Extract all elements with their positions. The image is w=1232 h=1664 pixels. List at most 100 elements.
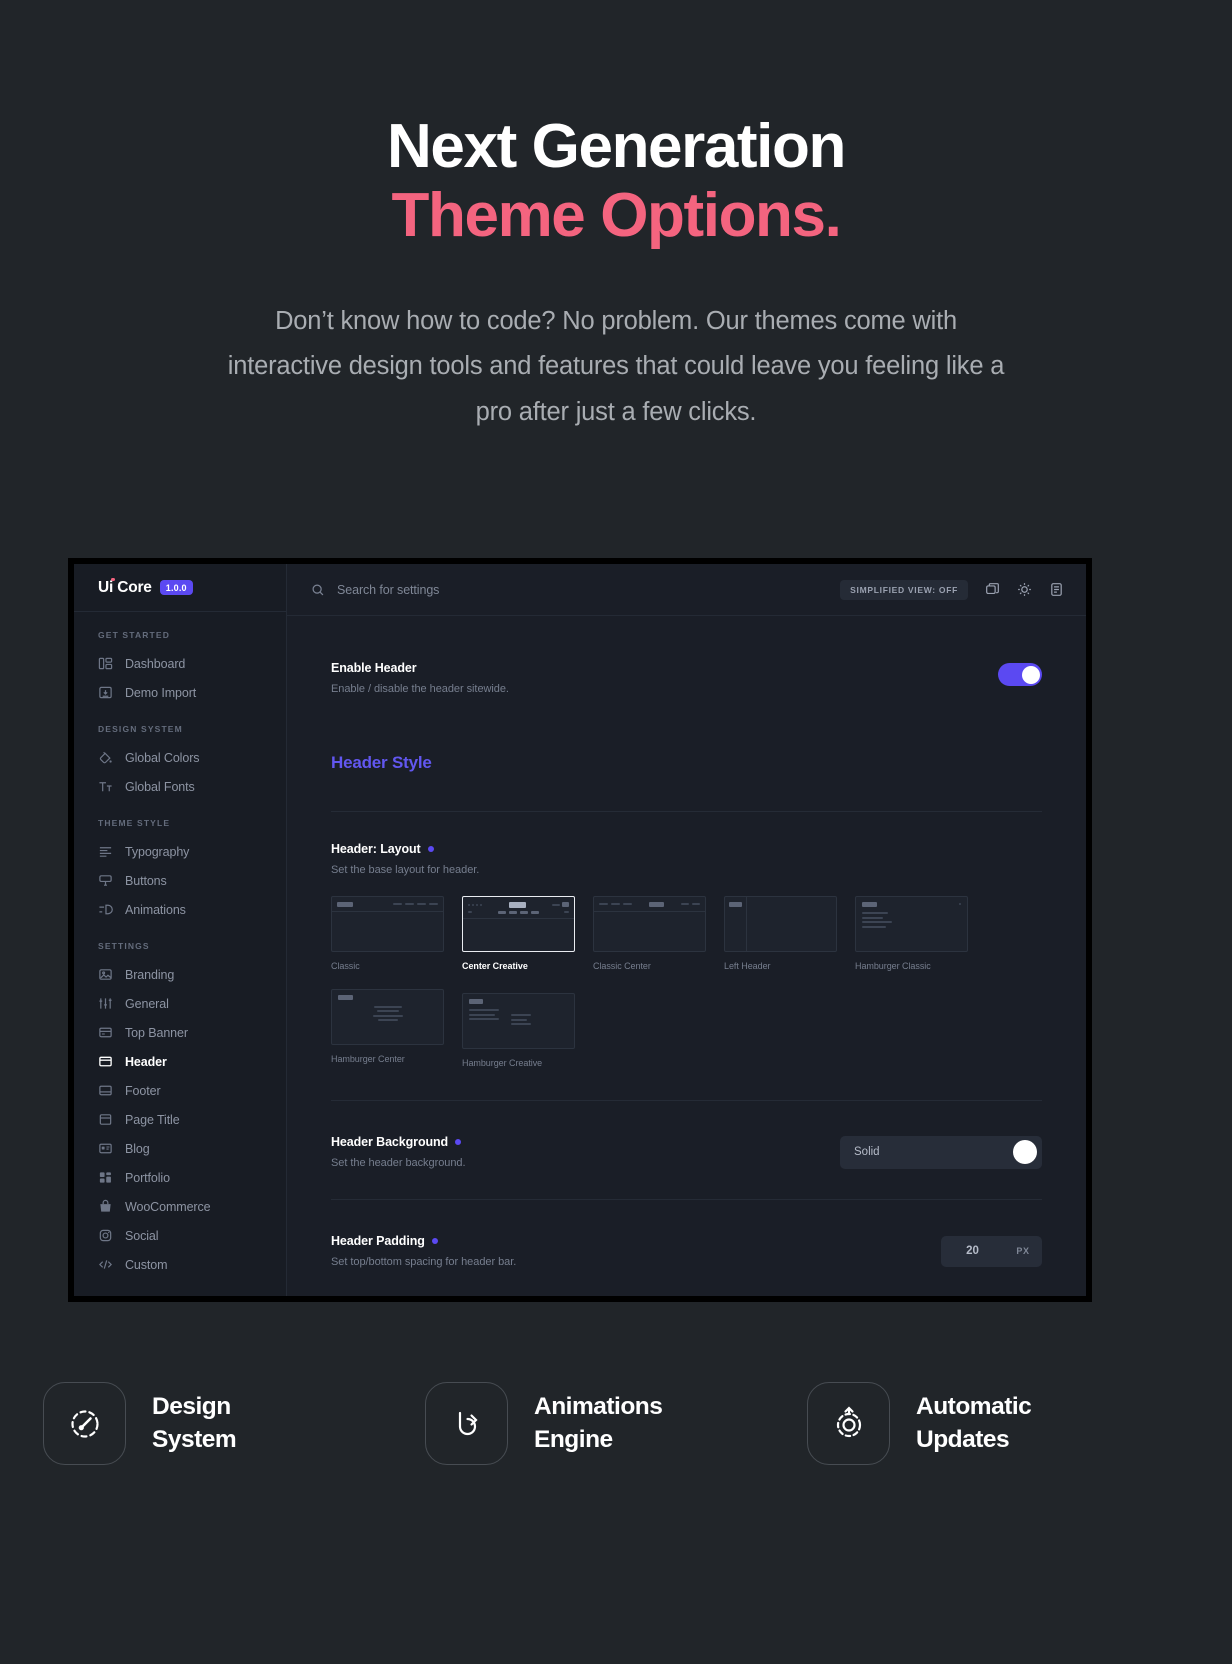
layout-option-label: Hamburger Creative [462,1058,543,1068]
setting-description: Set the header background. [331,1157,466,1169]
sidebar-item-global-colors[interactable]: Global Colors [74,743,286,772]
header-padding-input[interactable]: 20 PX [941,1235,1042,1267]
layout-option-label: Center Creative [462,961,528,971]
sidebar-item-label: Buttons [125,873,167,888]
sidebar-item-header[interactable]: Header [74,1047,286,1076]
section-title-header-style: Header Style [331,753,432,772]
layers-icon[interactable] [985,582,1000,597]
toggle-knob [1021,665,1040,684]
paint-bucket-icon [98,750,113,765]
brand-logo[interactable]: Ui Core 1.0.0 [74,564,286,612]
layout-thumbnail [462,896,575,952]
sidebar-item-label: Dashboard [125,656,186,671]
code-icon [98,1257,113,1272]
sidebar-item-dashboard[interactable]: Dashboard [74,649,286,678]
sidebar-item-demo-import[interactable]: Demo Import [74,678,286,707]
feature-label-line-1: Animations [534,1393,663,1421]
layout-option-left-header[interactable]: Left Header [724,896,837,971]
instagram-icon [98,1228,113,1243]
simplified-view-toggle[interactable]: SIMPLIFIED VIEW: OFF [840,579,968,600]
padding-value[interactable]: 20 [941,1245,1004,1257]
automatic-updates-icon [807,1382,890,1465]
layout-thumbnail [462,993,575,1049]
layout-option-label: Classic Center [593,961,651,971]
button-icon [98,873,113,888]
page-title-icon [98,1112,113,1127]
sidebar-item-label: Global Fonts [125,779,195,794]
layout-option-hamburger-classic[interactable]: Hamburger Classic [855,896,968,971]
layout-option-label: Hamburger Center [331,1054,405,1064]
sidebar-item-buttons[interactable]: Buttons [74,866,286,895]
modified-dot [431,1238,438,1244]
layout-option-classic[interactable]: Classic [331,896,444,971]
sidebar-item-typography[interactable]: Typography [74,837,286,866]
main-panel: Search for settings SIMPLIFIED VIEW: OFF [287,564,1086,1296]
features-row: Design System Animations Engine Automati… [0,1382,1232,1465]
layout-options-grid: Classic Center Creative Classic Center L… [331,896,1042,1068]
feature-design-system: Design System [43,1382,425,1465]
shop-bag-icon [98,1199,113,1214]
modified-dot [455,1139,462,1145]
brand-name: Ui Core [98,577,152,596]
hero-subtitle: Don’t know how to code? No problem. Our … [227,306,1005,426]
document-icon[interactable] [1049,582,1064,597]
animations-engine-icon [425,1382,508,1465]
layout-thumbnail [593,896,706,952]
sidebar-item-page-title[interactable]: Page Title [74,1105,286,1134]
nav-group-theme-style: THEME STYLE Typography Buttons Animation… [74,818,286,924]
sidebar-item-general[interactable]: General [74,989,286,1018]
setting-header-layout: Header: Layout Set the base layout for h… [331,812,1042,1068]
sidebar-item-blog[interactable]: Blog [74,1134,286,1163]
portfolio-icon [98,1170,113,1185]
sidebar-item-top-banner[interactable]: Top Banner [74,1018,286,1047]
brand-accent-dot [111,577,115,581]
sidebar-item-label: Animations [125,902,186,917]
setting-title: Header Background [331,1135,465,1149]
layout-option-label: Classic [331,961,360,971]
brightness-icon[interactable] [1017,582,1032,597]
sidebar-item-woocommerce[interactable]: WooCommerce [74,1192,286,1221]
search-icon [311,583,325,597]
setting-title: Header: Layout [331,842,1042,856]
color-swatch[interactable] [1013,1140,1037,1164]
layout-option-classic-center[interactable]: Classic Center [593,896,706,971]
layout-option-center-creative[interactable]: Center Creative [462,896,575,971]
header-background-select[interactable]: Solid [840,1135,1042,1169]
sidebar-item-branding[interactable]: Branding [74,960,286,989]
setting-title: Header Padding [331,1234,516,1248]
feature-label: Design System [152,1391,237,1456]
setting-text: Header Padding Set top/bottom spacing fo… [331,1234,516,1268]
padding-unit[interactable]: PX [1004,1246,1042,1256]
sidebar-item-label: Custom [125,1257,168,1272]
setting-title: Enable Header [331,661,417,675]
sidebar-item-portfolio[interactable]: Portfolio [74,1163,286,1192]
hero-title-line-2: Theme Options. [391,181,842,251]
sidebar-item-label: General [125,996,169,1011]
layout-option-hamburger-creative[interactable]: Hamburger Creative [462,993,575,1068]
sidebar-item-animations[interactable]: Animations [74,895,286,924]
hero-section: Next Generation Theme Options. Don’t kno… [0,0,1232,435]
sidebar-item-custom[interactable]: Custom [74,1250,286,1279]
blog-icon [98,1141,113,1156]
layout-thumbnail [331,989,444,1045]
feature-label-line-1: Automatic [916,1393,1032,1421]
feature-label-line-1: Design [152,1393,231,1421]
nav-group-title: SETTINGS [98,941,150,951]
nav-group-settings: SETTINGS Branding General Top Banner Hea… [74,941,286,1279]
feature-label-line-2: Engine [534,1425,613,1453]
search-input[interactable]: Search for settings [311,583,840,597]
enable-header-toggle[interactable] [998,663,1042,686]
sidebar: Ui Core 1.0.0 GET STARTED Dashboard Demo… [74,564,287,1296]
layout-thumbnail [331,896,444,952]
sidebar-item-global-fonts[interactable]: Global Fonts [74,772,286,801]
layout-option-hamburger-center[interactable]: Hamburger Center [331,989,444,1068]
selected-value: Solid [854,1146,880,1158]
sidebar-item-label: WooCommerce [125,1199,211,1214]
toolbar-actions: SIMPLIFIED VIEW: OFF [840,579,1064,600]
nav-group-title: GET STARTED [98,630,170,640]
sidebar-item-footer[interactable]: Footer [74,1076,286,1105]
feature-label-line-2: System [152,1425,237,1453]
text-lines-icon [98,844,113,859]
animation-icon [98,902,113,917]
sidebar-item-social[interactable]: Social [74,1221,286,1250]
